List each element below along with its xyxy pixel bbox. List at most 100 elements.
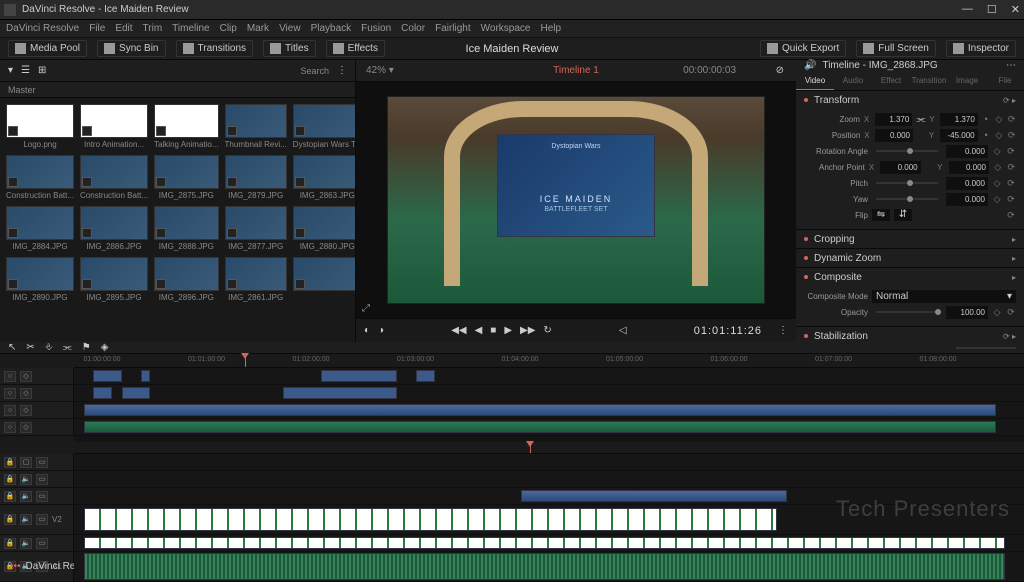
media-thumbnail[interactable]: IMG_2884.JPG: [6, 206, 74, 251]
view-dropdown-icon[interactable]: ▾: [8, 65, 13, 76]
media-thumbnail[interactable]: IMG_2861.JPG: [225, 257, 287, 302]
selection-tool-icon[interactable]: ↖: [8, 342, 16, 353]
mark-in-icon[interactable]: ◐: [364, 325, 370, 336]
revert-icon[interactable]: ⟳: [1007, 114, 1016, 124]
stop-icon[interactable]: ■: [490, 325, 496, 336]
zoom-slider[interactable]: [956, 347, 1016, 349]
media-pool-button[interactable]: Media Pool: [8, 40, 87, 57]
anchor-x-field[interactable]: 0.000: [880, 161, 920, 174]
media-thumbnail[interactable]: Construction Batt...: [80, 155, 148, 200]
media-thumbnail[interactable]: IMG_2879.JPG: [225, 155, 287, 200]
link-tool-icon[interactable]: ⫘: [63, 342, 72, 353]
transform-header[interactable]: Transform⟳ ▸: [796, 91, 1024, 109]
inspector-button[interactable]: Inspector: [946, 40, 1016, 57]
menu-item[interactable]: Timeline: [172, 23, 209, 34]
step-fwd-icon[interactable]: ▶▶: [520, 325, 535, 336]
media-thumbnail[interactable]: Talking Animatio...: [154, 104, 218, 149]
link-icon[interactable]: ⫘: [916, 114, 925, 125]
inspector-menu-icon[interactable]: ⋯: [1006, 60, 1016, 71]
media-thumbnail[interactable]: IMG_2877.JPG: [225, 206, 287, 251]
viewer-options-icon[interactable]: ⋮: [778, 325, 788, 336]
media-thumbnail[interactable]: IMG_2863.JPG: [293, 155, 355, 200]
list-view-icon[interactable]: ☰: [21, 65, 30, 76]
menu-item[interactable]: Fusion: [361, 23, 391, 34]
marker-tool-icon[interactable]: ◈: [101, 342, 109, 353]
track-d2[interactable]: [74, 471, 1024, 487]
pitch-slider[interactable]: [876, 182, 938, 184]
maximize-button[interactable]: ☐: [987, 3, 997, 16]
menu-item[interactable]: Trim: [143, 23, 163, 34]
opacity-field[interactable]: 100.00: [946, 306, 988, 319]
effects-button[interactable]: Effects: [326, 40, 385, 57]
composite-mode-select[interactable]: Normal ▾: [872, 290, 1016, 303]
flip-h-button[interactable]: ⇋: [872, 209, 890, 221]
media-thumbnail[interactable]: IMG_2890.JPG: [6, 257, 74, 302]
timeline-ruler[interactable]: 01:00:00:0001:01:00:0001:02:00:0001:03:0…: [74, 354, 1024, 368]
playhead-detail[interactable]: [530, 442, 531, 453]
fit-dropdown[interactable]: 42% ▾: [366, 65, 394, 76]
track-header-v2[interactable]: ○◇: [0, 385, 74, 401]
insert-tool-icon[interactable]: ⎀: [45, 342, 53, 353]
menu-item[interactable]: Color: [401, 23, 425, 34]
rotation-slider[interactable]: [876, 150, 938, 152]
blade-tool-icon[interactable]: ✂: [26, 342, 34, 353]
media-thumbnail[interactable]: Thumbnail Revi...: [225, 104, 287, 149]
media-thumbnail[interactable]: Logo.png: [6, 104, 74, 149]
menu-item[interactable]: View: [279, 23, 301, 34]
track-header-v1[interactable]: ○◇: [0, 402, 74, 418]
media-thumbnail[interactable]: IMG_2895.JPG: [80, 257, 148, 302]
track-d6[interactable]: [74, 552, 1024, 581]
zoom-x-field[interactable]: 1.370: [875, 113, 912, 126]
track-header-v3[interactable]: ○◇: [0, 368, 74, 384]
tab-audio[interactable]: Audio: [834, 71, 872, 90]
media-path[interactable]: Master: [8, 85, 36, 95]
menu-item[interactable]: Playback: [311, 23, 352, 34]
prev-clip-icon[interactable]: ◀◀: [451, 325, 466, 336]
next-clip-icon[interactable]: ◁: [619, 325, 627, 336]
playhead[interactable]: [245, 354, 246, 367]
track-v1[interactable]: [74, 402, 1024, 418]
tab-file[interactable]: File: [986, 71, 1024, 90]
mark-out-icon[interactable]: ◑: [378, 325, 384, 336]
expand-icon[interactable]: ⤢: [362, 303, 370, 314]
opacity-slider[interactable]: [876, 311, 938, 313]
preview-viewer[interactable]: Dystopian Wars ICE MAIDEN BATTLEFLEET SE…: [356, 82, 796, 318]
rotation-field[interactable]: 0.000: [946, 145, 988, 158]
track-d4[interactable]: [74, 505, 1024, 534]
menu-item[interactable]: Fairlight: [435, 23, 471, 34]
yaw-field[interactable]: 0.000: [946, 193, 988, 206]
track-d3[interactable]: [74, 488, 1024, 504]
cropping-header[interactable]: Cropping▸: [796, 230, 1024, 248]
timecode-display[interactable]: 01:01:11:26: [694, 325, 762, 337]
track-a1[interactable]: [74, 419, 1024, 435]
search-label[interactable]: Search: [300, 66, 329, 76]
bypass-icon[interactable]: ⊘: [776, 65, 784, 76]
timeline-ruler-detail[interactable]: [74, 442, 1024, 454]
titles-button[interactable]: Titles: [263, 40, 316, 57]
minimize-button[interactable]: —: [962, 3, 973, 16]
timeline-name[interactable]: Timeline 1: [553, 65, 599, 76]
tab-effect[interactable]: Effect: [872, 71, 910, 90]
menu-item[interactable]: Workspace: [481, 23, 531, 34]
pos-y-field[interactable]: -45.000: [940, 129, 978, 142]
track-header-d1[interactable]: 🔒▢▭: [0, 454, 74, 470]
anchor-y-field[interactable]: 0.000: [949, 161, 989, 174]
track-d1[interactable]: [74, 454, 1024, 470]
options-icon[interactable]: ⋮: [337, 65, 347, 76]
track-header-d5[interactable]: 🔒🔈▭: [0, 535, 74, 551]
grid-view-icon[interactable]: ⊞: [38, 65, 46, 76]
menu-item[interactable]: Edit: [115, 23, 132, 34]
zoom-y-field[interactable]: 1.370: [940, 113, 977, 126]
media-thumbnail[interactable]: IMG_2886.JPG: [80, 206, 148, 251]
pos-x-field[interactable]: 0.000: [875, 129, 913, 142]
media-thumbnail[interactable]: Construction Batt...: [6, 155, 74, 200]
menu-item[interactable]: Clip: [220, 23, 237, 34]
dynamic-zoom-header[interactable]: Dynamic Zoom▸: [796, 249, 1024, 267]
media-thumbnail[interactable]: IMG_2888.JPG: [154, 206, 218, 251]
media-thumbnail[interactable]: [293, 257, 355, 302]
track-v3[interactable]: [74, 368, 1024, 384]
tab-transition[interactable]: Transition: [910, 71, 948, 90]
transitions-button[interactable]: Transitions: [176, 40, 254, 57]
track-v2[interactable]: [74, 385, 1024, 401]
full-screen-button[interactable]: Full Screen: [856, 40, 936, 57]
